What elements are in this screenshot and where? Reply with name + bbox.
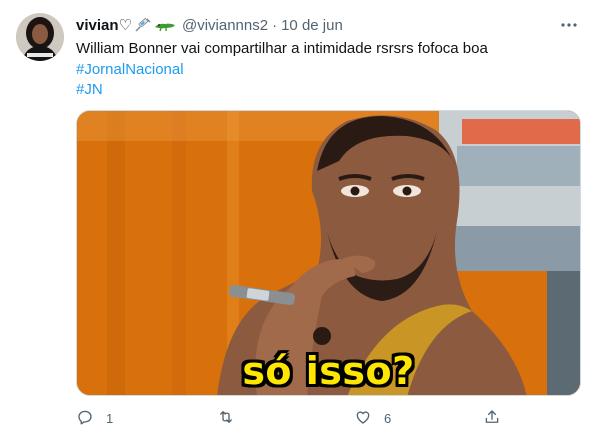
share-button[interactable]: [483, 407, 501, 429]
hashtag-jornalnacional[interactable]: #JornalNacional: [76, 60, 488, 81]
syringe-icon: [134, 17, 152, 33]
tweet-header: vivian♡ @viviannns2 · 10 de jun: [76, 14, 343, 36]
avatar[interactable]: [16, 13, 64, 61]
display-name[interactable]: vivian♡: [76, 16, 132, 34]
retweet-button[interactable]: [216, 407, 248, 429]
handle[interactable]: @viviannns2: [182, 17, 268, 34]
media-caption: só isso?: [242, 349, 415, 393]
retweet-icon: [216, 408, 236, 429]
more-icon[interactable]: [559, 16, 579, 34]
alligator-icon: [154, 18, 176, 32]
reply-icon: [76, 408, 94, 429]
hashtag-jn[interactable]: #JN: [76, 80, 488, 101]
tweet-card[interactable]: vivian♡ @viviannns2 · 10 de jun William …: [0, 0, 593, 440]
tweet-actions: 1 6: [76, 407, 516, 429]
reply-button[interactable]: 1: [76, 407, 113, 429]
reply-count: 1: [106, 410, 114, 426]
tweet-text: William Bonner vai compartilhar a intimi…: [76, 39, 488, 101]
tweet-text-line: William Bonner vai compartilhar a intimi…: [76, 40, 488, 57]
separator: ·: [272, 16, 278, 34]
share-icon: [483, 408, 501, 429]
tweet-media[interactable]: só isso?: [76, 110, 581, 396]
like-icon: [354, 408, 372, 429]
like-count: 6: [384, 410, 392, 426]
like-button[interactable]: 6: [354, 407, 391, 429]
tweet-date[interactable]: 10 de jun: [281, 17, 343, 34]
